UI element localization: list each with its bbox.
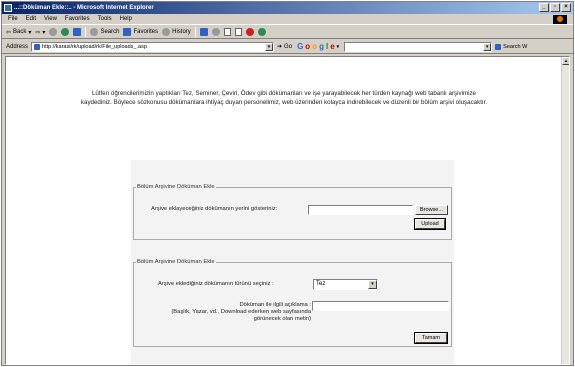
type-label: Arşive eklediğiniz dökümanın türünü seçi… [158,281,274,287]
menu-edit[interactable]: Edit [26,14,36,24]
chevron-down-icon[interactable]: ▾ [483,42,492,51]
address-label: Address [6,43,29,50]
windows-logo-icon [553,15,567,24]
form-area: Bölüm Arşivine Döküman Ekle Arşive eklay… [131,160,454,364]
forward-button[interactable]: ⇨ ▾ [35,29,45,36]
google-letter: G [297,42,304,51]
address-input[interactable]: http://karasi/rk/upload/rk/File_uploads_… [31,41,275,52]
search-button[interactable]: Search [90,28,119,36]
google-letter: e [330,42,335,51]
minimize-button[interactable]: _ [539,3,549,12]
mail-icon[interactable] [199,28,208,36]
go-arrow-icon: ➜ [277,44,283,50]
discuss-icon[interactable] [234,28,242,36]
chevron-down-icon: ▾ [42,29,46,36]
google-letter: l [325,42,329,51]
menu-file[interactable]: File [8,14,18,24]
search-icon [90,28,99,36]
address-bar: Address http://karasi/rk/upload/rk/File_… [2,40,573,54]
vertical-scrollbar[interactable]: ▲ [561,57,569,364]
close-button[interactable]: × [561,3,571,12]
chevron-down-icon: ▾ [336,43,340,50]
go-label: Go [284,43,293,50]
search-web-icon [495,43,502,50]
page-icon [34,43,41,50]
menu-bar: File Edit View Favorites Tools Help [2,14,573,25]
browse-button[interactable]: Browse... [415,205,448,215]
window-controls: _ ▫ × [539,3,571,12]
search-label: Search [100,29,120,35]
type-legend: Bölüm Arşivine Döküman Ekle [137,259,215,265]
print-icon[interactable] [211,28,220,36]
standard-toolbar: ⇦ Back ▾ ⇨ ▾ Search Favorites History [2,26,573,39]
upload-button[interactable]: Upload [414,218,446,230]
edit-icon[interactable] [223,28,231,36]
home-icon[interactable] [73,28,82,36]
chevron-down-icon: ▾ [28,29,32,36]
favorites-icon [123,28,132,36]
description-label-2: (Başlık, Yazar, vd., Download ederken we… [171,309,311,315]
history-label: History [172,29,191,35]
intro-text: Lütfen öğrencilerimizin yaptıkları Tez, … [6,89,562,107]
window-title: ...::Döküman Ekle::.. - Microsoft Intern… [14,5,154,11]
menu-view[interactable]: View [44,14,57,24]
google-letter: o [305,42,311,51]
file-label: Arşive eklayeceğiniz dökümanın yerini gö… [151,206,278,212]
description-label-1: Döküman ile ilgili açıklama : [239,302,311,308]
scroll-up-icon[interactable]: ▲ [562,57,569,65]
go-button[interactable]: ➜ Go [277,43,293,51]
chevron-down-icon[interactable]: ▾ [265,42,274,51]
stop-icon[interactable] [49,28,58,36]
history-icon [162,28,171,36]
history-button[interactable]: History [162,28,191,36]
menu-help[interactable]: Help [120,14,132,24]
title-bar: ...::Döküman Ekle::.. - Microsoft Intern… [2,2,573,14]
document-type-select[interactable]: Tez ▾ [313,279,378,290]
menu-favorites[interactable]: Favorites [65,14,90,24]
browser-window: ...::Döküman Ekle::.. - Microsoft Intern… [1,1,574,366]
maximize-button[interactable]: ▫ [550,3,560,12]
description-label: Döküman ile ilgili açıklama : (Başlık, Y… [171,302,311,323]
back-arrow-icon: ⇦ [6,29,12,36]
description-input[interactable] [312,301,449,311]
description-label-3: görünecek olan metin) [253,316,311,322]
forward-arrow-icon: ⇨ [35,29,41,36]
refresh-icon[interactable] [61,28,70,36]
file-path-input[interactable] [308,205,413,215]
intro-line-1: Lütfen öğrencilerimizin yaptıkları Tez, … [91,90,477,97]
ie-icon [4,4,12,12]
toolbar-separator [194,27,196,37]
google-letter: o [312,42,318,51]
intro-line-2: kaydediniz. Böylece sözkonusu dökümanlar… [80,99,488,106]
google-letter: g [319,42,324,51]
document-type-value: Tez [316,281,326,287]
search-web-label: Search W [503,43,528,50]
upload-legend: Bölüm Arşivine Döküman Ekle [137,184,215,190]
addon-icon[interactable] [257,28,266,36]
google-toolbar-logo[interactable]: Google ▾ [295,42,341,51]
page-content: ▲ Lütfen öğrencilerimizin yaptıkları Tez… [5,56,570,365]
search-web-button[interactable]: Search W [495,43,528,50]
submit-button[interactable]: Tamam [414,332,448,344]
address-url: http://karasi/rk/upload/rk/File_uploads_… [42,43,147,50]
google-search-input[interactable]: ▾ [344,41,493,52]
messenger-icon[interactable] [245,28,254,36]
menu-tools[interactable]: Tools [98,14,112,24]
chevron-down-icon[interactable]: ▾ [368,280,377,289]
favorites-button[interactable]: Favorites [123,28,158,36]
favorites-label: Favorites [133,29,159,35]
toolbar-separator [85,27,87,37]
back-button[interactable]: ⇦ Back ▾ [6,29,31,36]
back-label: Back [13,29,27,35]
